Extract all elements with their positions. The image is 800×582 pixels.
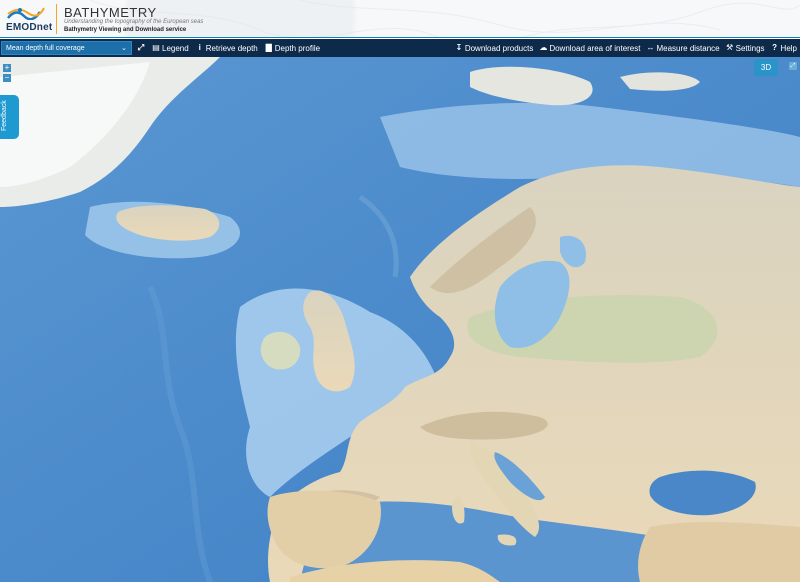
layer-select-value: Mean depth full coverage	[6, 44, 85, 52]
logo-text: EMODnet	[6, 22, 53, 33]
layer-select[interactable]: Mean depth full coverage ⌄	[1, 41, 132, 55]
chart-icon: ▇	[265, 43, 272, 52]
download-area-button[interactable]: ☁ Download area of interest	[539, 44, 640, 53]
help-icon: ?	[772, 43, 777, 52]
download-products-button[interactable]: ↧ Download products	[455, 44, 533, 53]
app-header: EMODnet BATHYMETRY Understanding the top…	[0, 0, 800, 38]
expand-icon[interactable]: ⤢	[789, 62, 797, 70]
bathymetry-map[interactable]: + −	[0, 57, 800, 582]
fullscreen-icon: ⤢	[137, 43, 145, 52]
feedback-tab[interactable]: Feedback	[0, 95, 19, 139]
retrieve-depth-label: Retrieve depth	[205, 43, 258, 53]
zoom-out-button[interactable]: −	[3, 74, 11, 82]
info-icon: i	[198, 43, 201, 52]
measure-distance-label: Measure distance	[656, 43, 720, 53]
fullscreen-button[interactable]: ⤢	[137, 44, 145, 53]
chevron-down-icon: ⌄	[121, 45, 127, 52]
emodnet-logo-icon	[7, 7, 45, 20]
download-products-label: Download products	[464, 43, 534, 53]
settings-button[interactable]: ⚒ Settings	[726, 44, 765, 53]
wrench-icon: ⚒	[726, 43, 734, 52]
measure-icon: ↔	[646, 43, 655, 52]
zoom-in-button[interactable]: +	[3, 64, 11, 72]
retrieve-depth-button[interactable]: i Retrieve depth	[196, 44, 258, 53]
page-subtitle: Bathymetry Viewing and Download service	[64, 27, 187, 33]
emodnet-logo[interactable]: EMODnet	[4, 2, 52, 36]
legend-label: Legend	[162, 43, 189, 53]
page-title: BATHYMETRY	[64, 5, 157, 20]
help-button[interactable]: ? Help	[771, 44, 797, 53]
cloud-download-icon: ☁	[539, 43, 548, 52]
help-label: Help	[780, 43, 797, 53]
download-area-label: Download area of interest	[549, 43, 641, 53]
legend-button[interactable]: ▤ Legend	[152, 43, 189, 53]
depth-profile-button[interactable]: ▇ Depth profile	[265, 44, 320, 53]
download-icon: ↧	[455, 43, 463, 52]
page-tagline: Understanding the topography of the Euro…	[64, 19, 204, 25]
main-toolbar: Mean depth full coverage ⌄ ⤢ ▤ Legend i …	[0, 39, 800, 57]
anatolia	[638, 522, 800, 582]
settings-label: Settings	[735, 43, 765, 53]
header-rule	[0, 37, 800, 38]
depth-profile-label: Depth profile	[274, 43, 321, 53]
view-3d-button[interactable]: 3D	[754, 59, 778, 76]
feedback-label: Feedback	[1, 100, 8, 131]
legend-icon: ▤	[152, 43, 160, 52]
measure-distance-button[interactable]: ↔ Measure distance	[646, 44, 719, 53]
map-canvas	[0, 57, 800, 582]
header-divider	[56, 4, 57, 34]
